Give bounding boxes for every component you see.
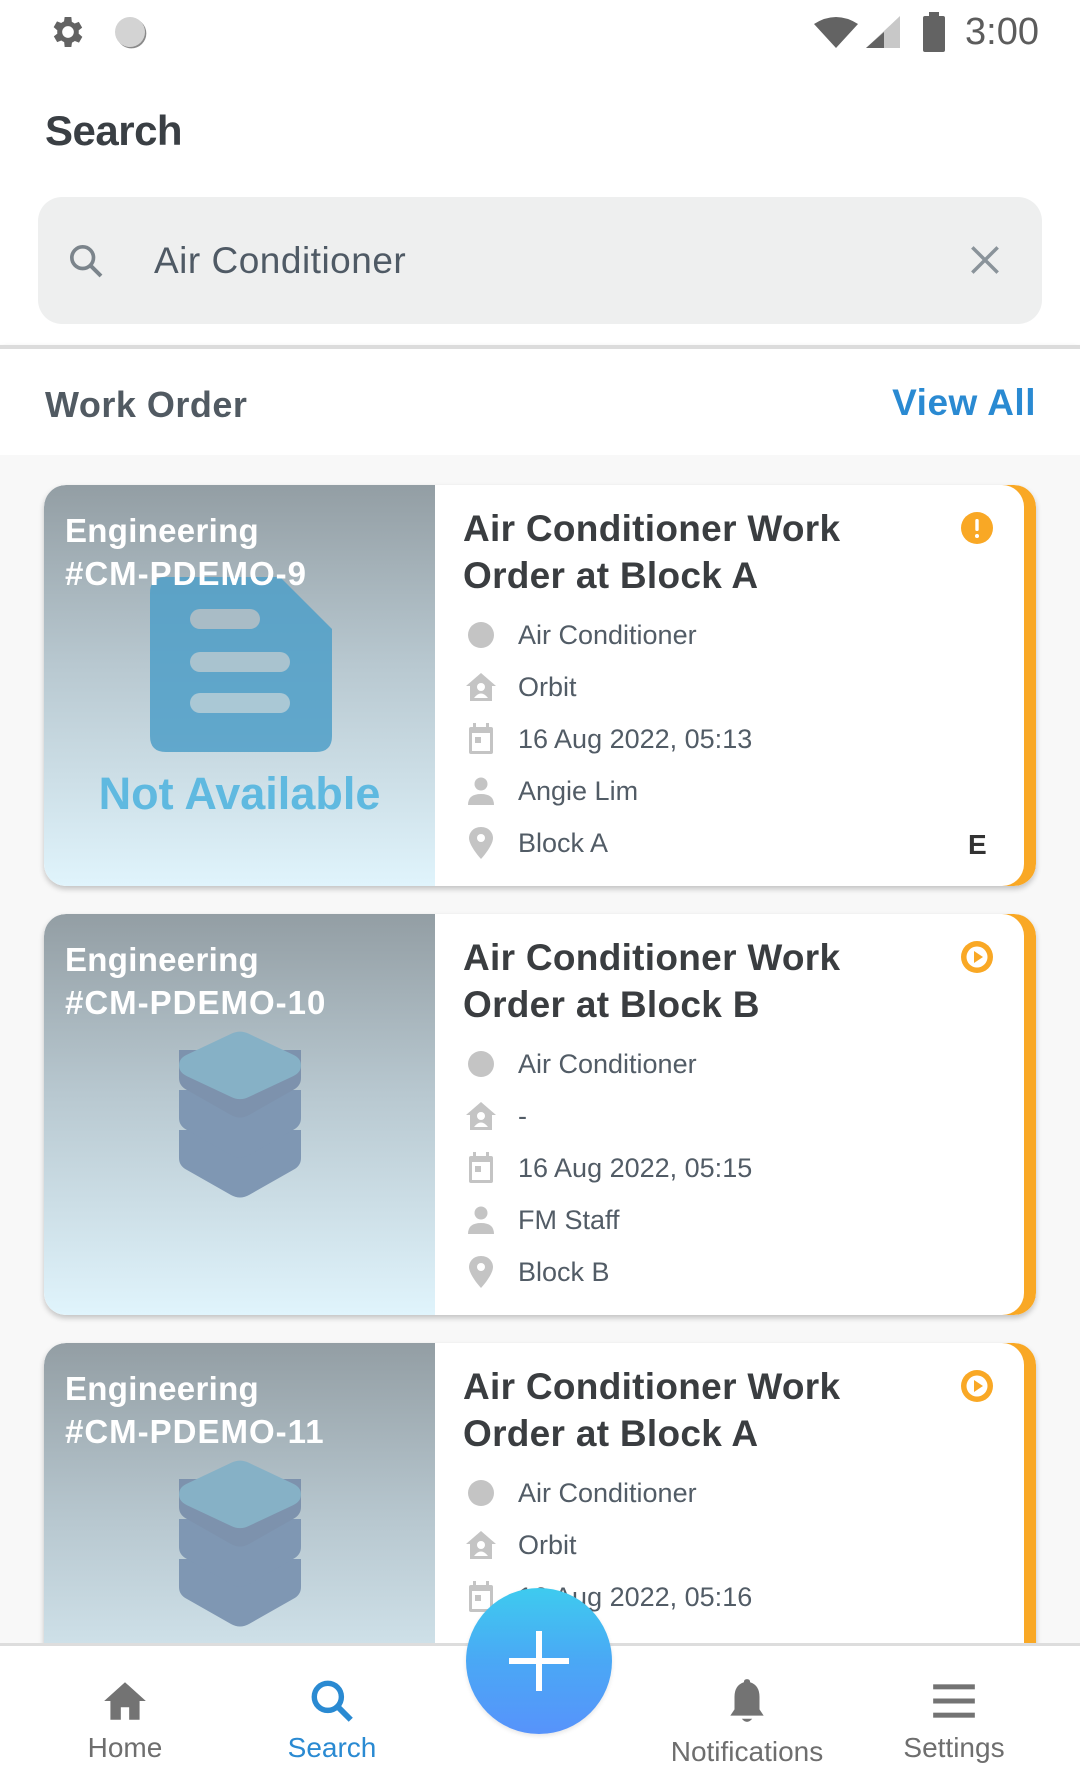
location-name: Block A (518, 828, 609, 858)
card-thumbnail: Engineering #CM-PDEMO-11 (44, 1343, 435, 1643)
nav-label: Settings (903, 1732, 1005, 1763)
site-home-icon (466, 673, 496, 701)
card-title: Air Conditioner Work Order at Block A (463, 1366, 841, 1454)
card-category: Engineering (65, 512, 259, 549)
location-pin-icon (469, 1256, 493, 1288)
wifi-icon (814, 17, 858, 48)
thumbnail-unavailable-label: Not Available (98, 768, 381, 819)
site-name: Orbit (518, 1530, 577, 1560)
gear-icon (53, 17, 83, 47)
section-header: Work Order View All (0, 349, 1080, 455)
card-id: #CM-PDEMO-9 (65, 555, 308, 592)
asset-name: Air Conditioner (518, 620, 697, 650)
asset-dot-icon (468, 1051, 494, 1077)
bell-icon (730, 1679, 764, 1722)
work-order-card[interactable]: Engineering #CM-PDEMO-9 Not Available Ai… (44, 485, 1036, 886)
sync-icon (115, 17, 147, 49)
site-name: - (518, 1101, 527, 1131)
work-order-card[interactable]: Engineering #CM-PDEMO-10 Air Conditioner… (44, 914, 1036, 1315)
layers-icon (179, 1460, 301, 1627)
card-category: Engineering (65, 941, 259, 978)
site-home-icon (466, 1102, 496, 1130)
search-bar[interactable] (38, 197, 1042, 324)
asset-name: Air Conditioner (518, 1478, 697, 1508)
site-home-icon (466, 1531, 496, 1559)
nav-settings[interactable]: Settings (874, 1646, 1034, 1787)
play-icon (961, 941, 993, 973)
nav-label: Home (87, 1732, 163, 1763)
card-title: Air Conditioner Work Order at Block B (463, 937, 841, 1025)
nav-search[interactable]: Search (252, 1646, 412, 1787)
search-icon (311, 1680, 353, 1722)
alert-icon (961, 512, 993, 544)
plus-icon (509, 1631, 569, 1691)
signal-icon (866, 16, 900, 48)
calendar-icon (469, 723, 493, 754)
assignee-name: FM Staff (518, 1205, 620, 1235)
priority-badge: E (968, 829, 987, 860)
created-datetime: 16 Aug 2022, 05:13 (518, 724, 753, 754)
location-pin-icon (469, 827, 493, 859)
section-title: Work Order (45, 384, 248, 425)
site-name: Orbit (518, 672, 577, 702)
nav-home[interactable]: Home (45, 1646, 205, 1787)
nav-notifications[interactable]: Notifications (667, 1646, 827, 1787)
status-bar: 3:00 (0, 0, 1080, 66)
page-title: Search (45, 107, 183, 154)
person-icon (468, 1206, 494, 1234)
asset-name: Air Conditioner (518, 1049, 697, 1079)
person-icon (468, 777, 494, 805)
battery-icon (923, 12, 945, 52)
assignee-name: Angie Lim (518, 776, 639, 806)
view-all-link[interactable]: View All (892, 382, 1036, 424)
card-id: #CM-PDEMO-10 (65, 984, 327, 1021)
menu-icon (933, 1684, 975, 1718)
home-icon (104, 1682, 146, 1720)
search-input[interactable] (154, 235, 934, 287)
search-icon (70, 245, 103, 278)
asset-dot-icon (468, 622, 494, 648)
play-icon (961, 1370, 993, 1402)
add-button[interactable] (466, 1588, 612, 1734)
nav-label: Notifications (670, 1736, 824, 1767)
calendar-icon (469, 1152, 493, 1183)
nav-label: Search (287, 1732, 377, 1763)
location-name: Block B (518, 1257, 610, 1287)
layers-icon (179, 1031, 301, 1198)
card-title: Air Conditioner Work Order at Block A (463, 508, 841, 596)
work-order-list[interactable]: Engineering #CM-PDEMO-9 Not Available Ai… (0, 455, 1080, 1643)
card-id: #CM-PDEMO-11 (65, 1413, 325, 1450)
created-datetime: 16 Aug 2022, 05:15 (518, 1153, 753, 1183)
asset-dot-icon (468, 1480, 494, 1506)
card-category: Engineering (65, 1370, 259, 1407)
document-icon (150, 577, 332, 752)
clock: 3:00 (965, 11, 1039, 53)
card-thumbnail: Engineering #CM-PDEMO-10 (44, 914, 435, 1315)
card-thumbnail: Engineering #CM-PDEMO-9 Not Available (44, 485, 435, 886)
close-icon[interactable] (966, 241, 1004, 279)
